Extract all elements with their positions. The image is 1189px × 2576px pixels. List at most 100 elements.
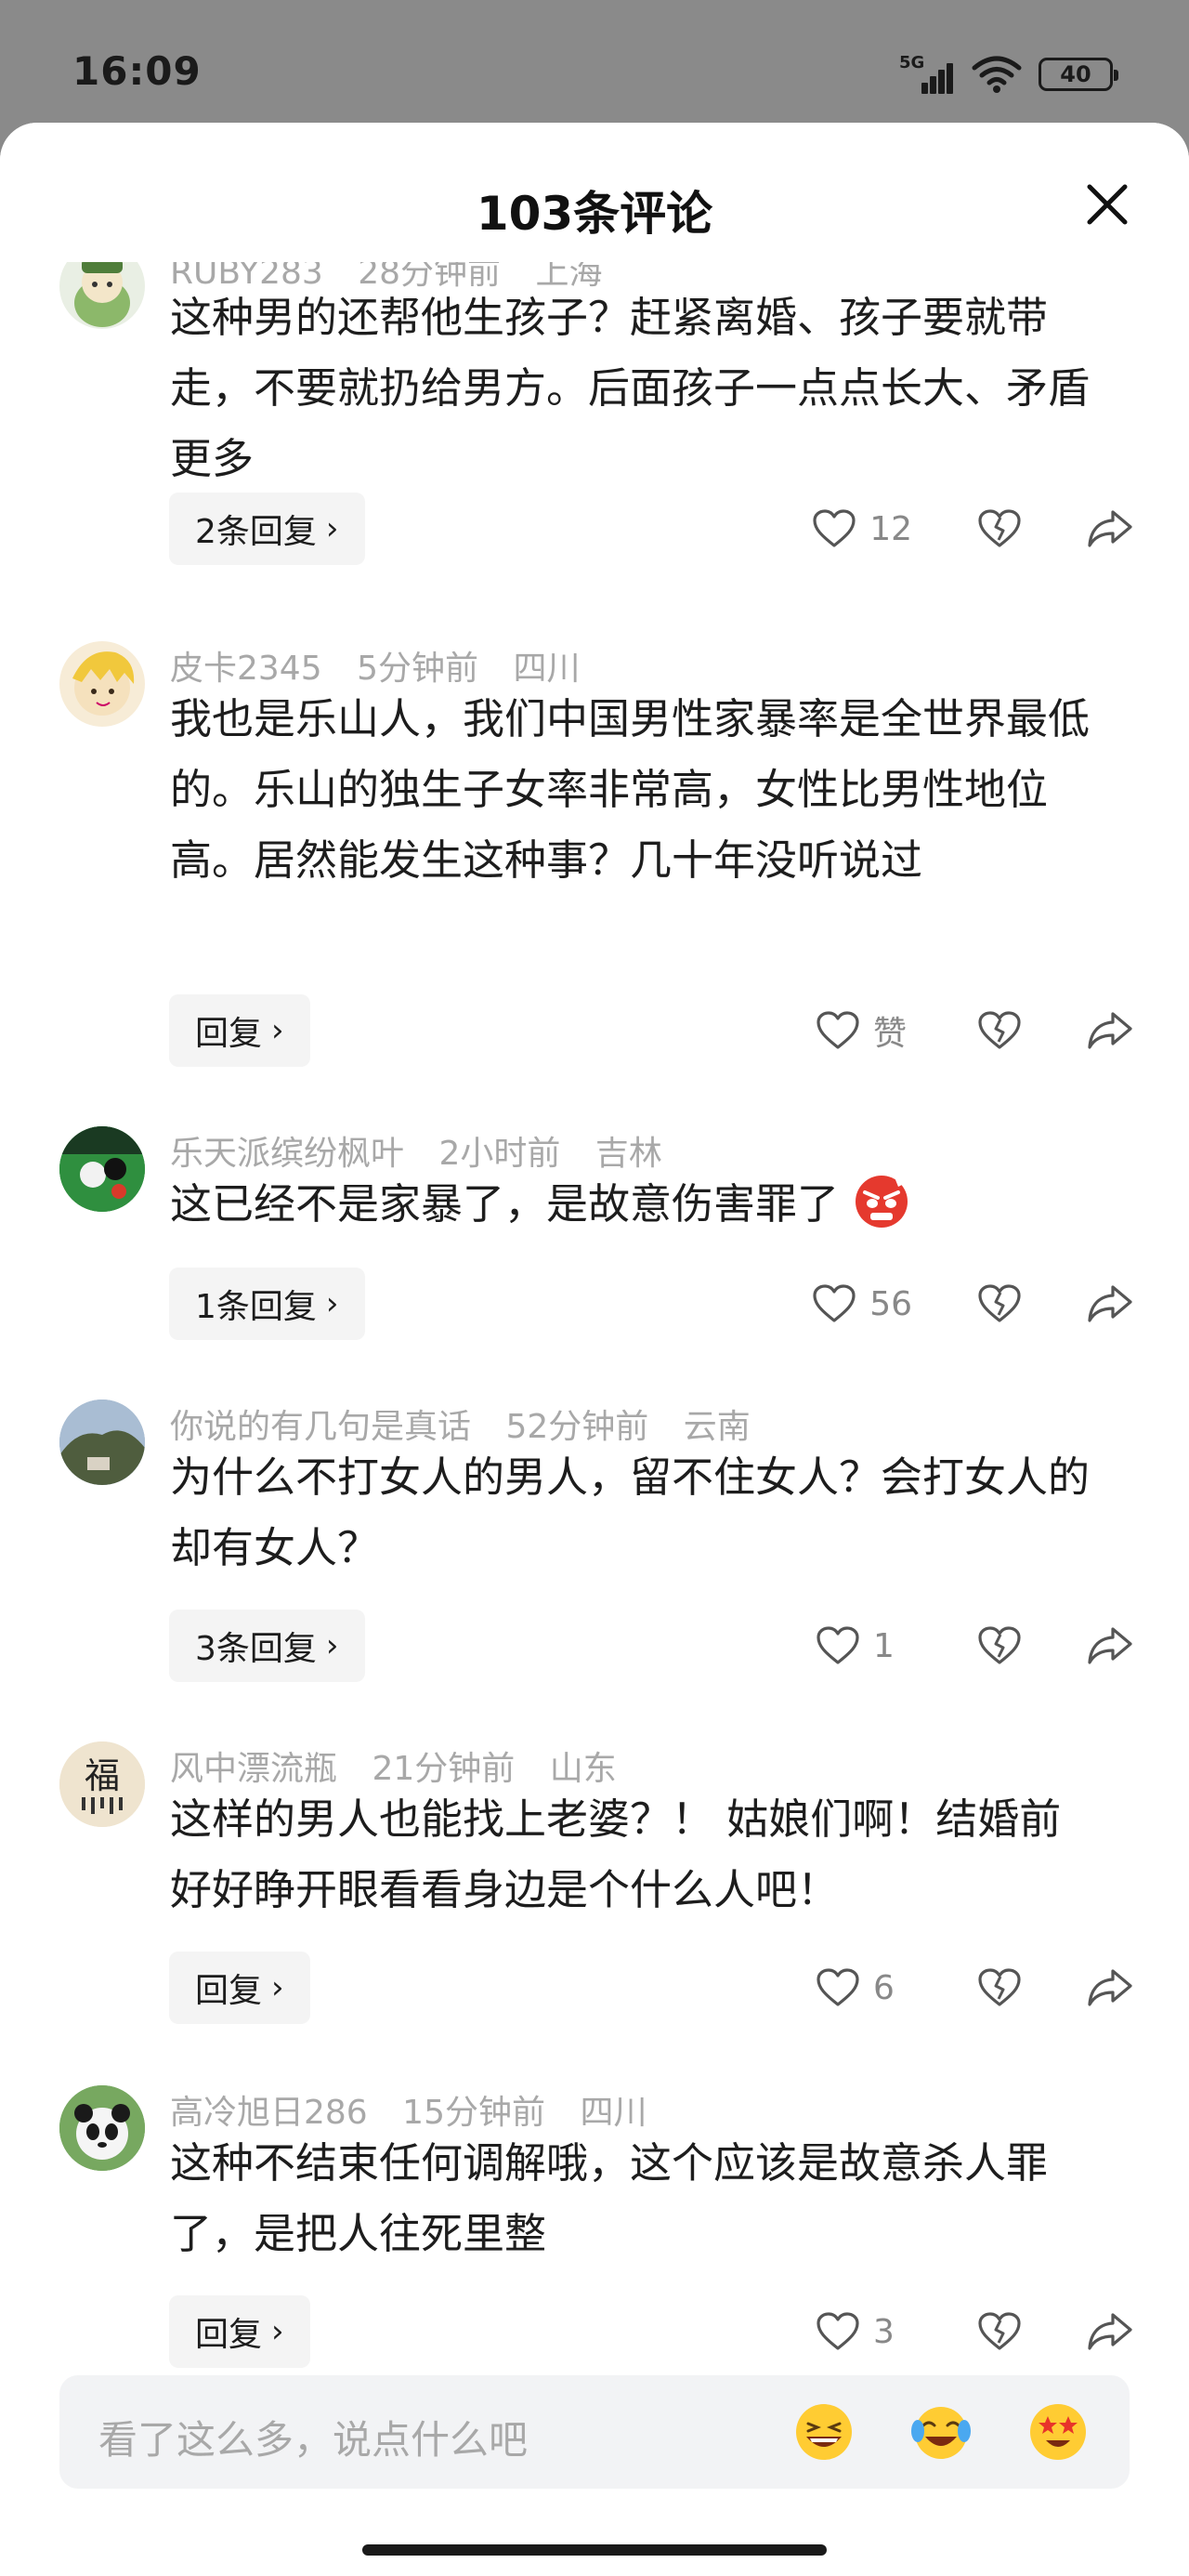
comments-count-title: 103条评论	[476, 187, 713, 241]
dislike-button[interactable]	[977, 1010, 1022, 1051]
comment-actions: 赞	[816, 994, 1133, 1067]
cellular-signal-icon: 5G	[899, 53, 955, 94]
comment-input-placeholder: 看了这么多，说点什么吧	[98, 2417, 529, 2463]
comment-time: 2小时前	[438, 1135, 561, 1173]
comment-location: 云南	[683, 1408, 751, 1446]
comment-username[interactable]: 皮卡2345	[170, 650, 322, 688]
reply-label: 3条回复	[195, 1630, 317, 1668]
like-button[interactable]: 56	[812, 1283, 912, 1324]
share-icon	[1088, 1285, 1132, 1322]
like-count: 3	[873, 2312, 895, 2351]
reply-button[interactable]: 回复 ›	[169, 994, 310, 1067]
broken-heart-icon	[978, 1968, 1021, 2006]
share-icon	[1088, 2313, 1132, 2350]
heart-icon	[817, 2312, 859, 2350]
avatar[interactable]	[59, 1126, 145, 1212]
comment-username[interactable]: 高冷旭日286	[170, 2094, 368, 2132]
view-replies-button[interactable]: 1条回复 ›	[169, 1268, 365, 1340]
share-button[interactable]	[1087, 508, 1133, 549]
chevron-right-icon: ›	[325, 510, 339, 547]
dislike-button[interactable]	[977, 1967, 1022, 2008]
view-replies-button[interactable]: 2条回复 ›	[169, 493, 365, 565]
broken-heart-icon	[978, 1011, 1021, 1049]
comment-actions: 12	[812, 493, 1133, 565]
comment-meta: 乐天派缤纷枫叶 2小时前 吉林	[170, 1126, 686, 1175]
home-indicator	[362, 2544, 827, 2556]
comment-location: 四川	[580, 2094, 647, 2132]
like-button[interactable]: 12	[812, 508, 912, 549]
like-button[interactable]: 1	[816, 1625, 912, 1666]
comment-actions: 3	[816, 2295, 1133, 2368]
avatar[interactable]	[59, 2085, 145, 2171]
comments-sheet: 103条评论 RUBY283 28分钟前 上海 这种男的还帮他生孩子？赶紧离婚、…	[0, 123, 1189, 2576]
comment-time: 52分钟前	[505, 1408, 649, 1446]
comment-text: 这已经不是家暴了，是故意伤害罪了	[170, 1169, 1099, 1240]
like-button[interactable]: 赞	[816, 1006, 912, 1055]
share-button[interactable]	[1087, 1625, 1133, 1666]
like-count: 赞	[873, 1015, 908, 1053]
dislike-button[interactable]	[977, 508, 1022, 549]
chevron-right-icon: ›	[325, 1285, 339, 1322]
avatar[interactable]	[59, 641, 145, 727]
comment-time: 21分钟前	[372, 1750, 516, 1788]
comment-item: 皮卡2345 5分钟前 四川 我也是乐山人，我们中国男性家暴率是全世界最低的。乐…	[0, 641, 1189, 1106]
like-button[interactable]: 6	[816, 1967, 912, 2008]
star-struck-icon[interactable]	[1026, 2399, 1091, 2464]
chevron-right-icon: ›	[325, 1627, 339, 1664]
comment-location: 吉林	[594, 1135, 662, 1173]
network-type-label: 5G	[899, 53, 925, 72]
comment-meta: 高冷旭日286 15分钟前 四川	[170, 2085, 671, 2134]
reply-button[interactable]: 回复 ›	[169, 1952, 310, 2024]
like-count: 6	[873, 1968, 895, 2007]
dislike-button[interactable]	[977, 1283, 1022, 1324]
battery-level: 40	[1060, 61, 1091, 87]
share-button[interactable]	[1087, 2311, 1133, 2352]
broken-heart-icon	[978, 1284, 1021, 1322]
comment-actions: 56	[812, 1268, 1133, 1340]
reply-button[interactable]: 回复 ›	[169, 2295, 310, 2368]
comment-username[interactable]: 你说的有几句是真话	[170, 1408, 471, 1446]
chevron-right-icon: ›	[271, 1012, 284, 1049]
close-button[interactable]	[1081, 178, 1133, 230]
reply-label: 回复	[195, 1972, 263, 2010]
share-icon	[1088, 1627, 1132, 1664]
comment-username[interactable]: 风中漂流瓶	[170, 1750, 337, 1788]
svg-text:福: 福	[85, 1755, 120, 1796]
comment-username[interactable]: 乐天派缤纷枫叶	[170, 1135, 404, 1173]
comment-meta: 皮卡2345 5分钟前 四川	[170, 641, 604, 690]
comment-list[interactable]: RUBY283 28分钟前 上海 这种男的还帮他生孩子？赶紧离婚、孩子要就带走，…	[0, 262, 1189, 2472]
comment-text: 这种男的还帮他生孩子？赶紧离婚、孩子要就带走，不要就扔给男方。后面孩子一点点长大…	[170, 293, 1091, 483]
comment-actions: 6	[816, 1952, 1133, 2024]
reply-label: 回复	[195, 2316, 263, 2354]
dislike-button[interactable]	[977, 2311, 1022, 2352]
share-button[interactable]	[1087, 1967, 1133, 2008]
comment-location: 四川	[513, 650, 581, 688]
grinning-squint-icon[interactable]	[791, 2399, 856, 2464]
like-count: 1	[873, 1626, 895, 1665]
comment-text: 我也是乐山人，我们中国男性家暴率是全世界最低的。乐山的独生子女率非常高，女性比男…	[170, 694, 1091, 885]
comment-item: 乐天派缤纷枫叶 2小时前 吉林 这已经不是家暴了，是故意伤害罪了 1条回复 ›	[0, 1126, 1189, 1368]
heart-icon	[817, 1011, 859, 1049]
share-button[interactable]	[1087, 1283, 1133, 1324]
comment-text: 这样的男人也能找上老婆？！ 姑娘们啊！结婚前好好睁开眼看看身边是个什么人吧！	[170, 1794, 1062, 1914]
dislike-button[interactable]	[977, 1625, 1022, 1666]
share-icon	[1088, 1012, 1132, 1049]
avatar[interactable]	[59, 262, 145, 329]
comment-input[interactable]: 看了这么多，说点什么吧	[59, 2375, 1130, 2489]
share-button[interactable]	[1087, 1010, 1133, 1051]
comment-time: 15分钟前	[402, 2094, 545, 2132]
like-button[interactable]: 3	[816, 2311, 912, 2352]
heart-icon	[817, 1968, 859, 2006]
sheet-header: 103条评论	[0, 123, 1189, 262]
comment-location: 山东	[549, 1750, 617, 1788]
heart-icon	[813, 1284, 856, 1322]
status-icons: 5G 40	[899, 52, 1118, 97]
angry-face-icon	[856, 1176, 908, 1228]
avatar[interactable]	[59, 1400, 145, 1485]
chevron-right-icon: ›	[271, 2313, 284, 2350]
share-icon	[1088, 1969, 1132, 2006]
view-replies-button[interactable]: 3条回复 ›	[169, 1610, 365, 1682]
crying-laughing-icon[interactable]	[908, 2399, 973, 2464]
heart-icon	[813, 509, 856, 547]
avatar[interactable]: 福	[59, 1741, 145, 1827]
